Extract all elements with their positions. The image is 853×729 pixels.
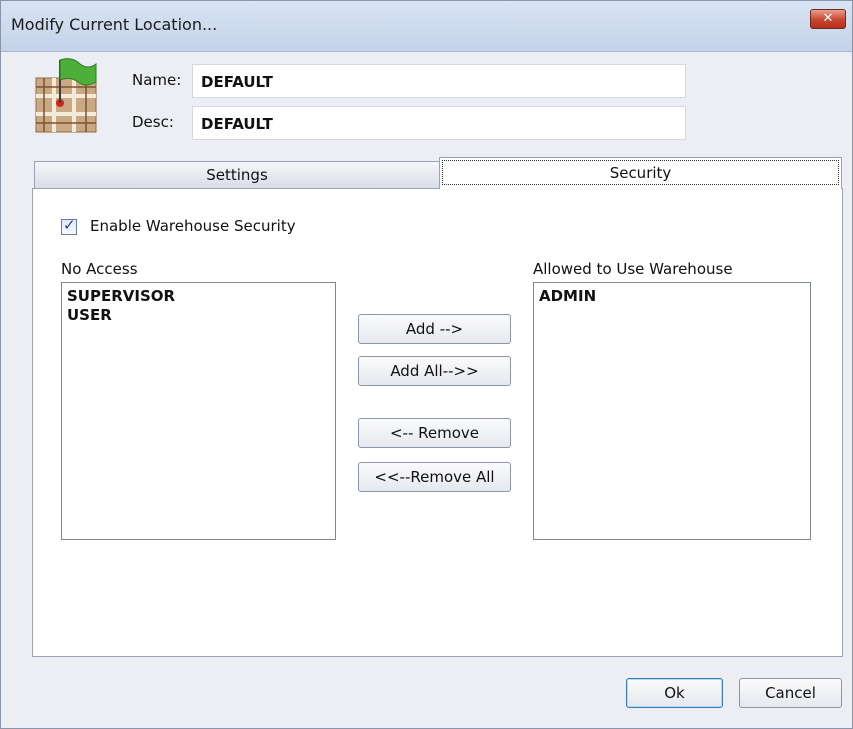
tab-security[interactable]: Security: [439, 157, 842, 189]
list-item[interactable]: ADMIN: [539, 287, 805, 306]
list-item[interactable]: SUPERVISOR: [67, 287, 330, 306]
remove-button[interactable]: <-- Remove: [358, 418, 511, 448]
name-label: Name:: [132, 71, 182, 89]
ok-button[interactable]: Ok: [626, 678, 723, 708]
add-button[interactable]: Add -->: [358, 314, 511, 344]
enable-security-label[interactable]: Enable Warehouse Security: [90, 217, 296, 235]
no-access-label: No Access: [61, 260, 138, 278]
tab-settings-label: Settings: [206, 166, 268, 184]
allowed-list[interactable]: ADMIN: [533, 282, 811, 540]
map-flag-icon: [35, 58, 97, 133]
no-access-list[interactable]: SUPERVISOR USER: [61, 282, 336, 540]
cancel-button[interactable]: Cancel: [739, 678, 842, 708]
enable-security-checkbox[interactable]: ✓: [61, 216, 77, 235]
desc-input[interactable]: DEFAULT: [192, 106, 686, 140]
allowed-label: Allowed to Use Warehouse: [533, 260, 733, 278]
list-item[interactable]: USER: [67, 306, 330, 325]
name-input[interactable]: DEFAULT: [192, 64, 686, 98]
desc-label: Desc:: [132, 113, 174, 131]
add-all-button[interactable]: Add All-->>: [358, 356, 511, 386]
close-button[interactable]: ✕: [810, 9, 846, 29]
tab-settings[interactable]: Settings: [34, 161, 440, 189]
window-title: Modify Current Location...: [11, 15, 218, 34]
remove-all-button[interactable]: <<--Remove All: [358, 462, 511, 492]
focus-rectangle: [442, 160, 839, 185]
title-bar[interactable]: Modify Current Location... ✕: [1, 1, 852, 52]
dialog-window: Modify Current Location... ✕ Name: DEFAU…: [0, 0, 853, 729]
close-icon: ✕: [822, 11, 834, 26]
checkmark-icon: ✓: [63, 216, 76, 234]
